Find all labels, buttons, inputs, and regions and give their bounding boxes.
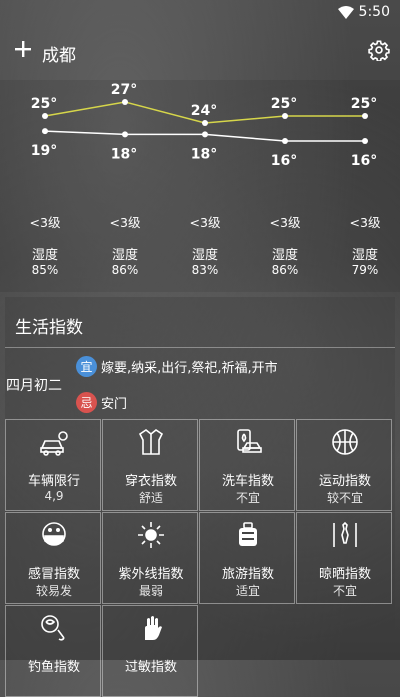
yi-badge: 宜 [76,355,97,377]
drying-clothes-icon [333,521,357,547]
humidity-value: 86% [271,263,299,277]
temp-point [122,99,128,105]
temp-point [42,128,48,135]
wind-level: <3级 [109,215,141,230]
life-index-value: 较不宜 [326,491,363,505]
life-index-value: 最弱 [138,584,163,598]
high-temp-label: 25° [31,96,57,112]
wind-level: <3级 [189,215,221,230]
life-index-name: 过敏指数 [124,660,177,675]
humidity-label: 湿度 [191,248,218,263]
app-header: 成都 [0,26,400,78]
life-index-item[interactable]: 钓鱼指数 [5,605,101,697]
add-city-icon[interactable] [12,38,34,60]
jacket-icon [138,429,164,455]
temp-point [122,131,128,138]
high-temp-label: 25° [351,96,377,112]
mask-face-icon [42,522,66,546]
wind-level: <3级 [349,215,381,230]
humidity-label: 湿度 [351,248,378,263]
life-index-name: 旅游指数 [221,567,274,582]
fishing-icon [41,615,65,641]
high-temp-label: 24° [191,103,217,119]
high-temp-label: 27° [111,82,137,98]
life-index-name: 钓鱼指数 [27,660,80,675]
temp-point [42,113,48,119]
life-index-name: 感冒指数 [27,567,80,582]
life-index-value: 不宜 [332,584,357,598]
low-temp-label: 18° [111,146,137,162]
ji-text: 安门 [101,396,128,412]
humidity-value: 85% [31,263,59,277]
life-index-item[interactable]: 感冒指数 较易发 [5,512,101,604]
low-temp-label: 18° [191,146,217,162]
life-index-item[interactable]: 晾晒指数 不宜 [296,512,392,604]
life-index-item[interactable]: 旅游指数 适宜 [199,512,295,604]
low-temp-label: 16° [271,153,297,169]
life-index-item[interactable]: 车辆限行 4,9 [5,419,101,511]
temp-point [362,138,368,144]
temperature-chart: 25° 27° 24° 25° 25° 19° 18° 18° 16° 16° [31,82,377,169]
city-name[interactable]: 成都 [42,41,76,66]
status-bar: 5:50 [0,0,400,26]
temp-point [282,113,288,119]
temp-point [202,120,208,126]
humidity-label: 湿度 [31,248,58,263]
temp-point [202,131,208,138]
lunar-date: 四月初二 [6,378,62,394]
life-index-item[interactable]: 洗车指数 不宜 [199,419,295,511]
humidity-value: 86% [111,263,139,277]
high-temp-label: 25° [271,96,297,112]
yi-text: 嫁要,纳采,出行,祭祀,祈福,开市 [101,360,278,376]
life-index-item[interactable]: 过敏指数 [102,605,198,697]
divider [5,347,395,348]
car-wash-icon [237,429,262,453]
humidity-label: 湿度 [111,248,138,263]
temp-point [362,113,368,119]
gear-icon[interactable] [368,39,390,61]
wind-level: <3级 [29,215,61,230]
humidity-value: 83% [191,263,219,277]
life-index-title: 生活指数 [15,318,83,338]
sun-icon [138,522,164,548]
low-temp-label: 16° [351,153,377,169]
ji-row: 忌 安门 [76,391,127,413]
low-temp-label: 19° [31,143,57,159]
life-index-name: 穿衣指数 [124,474,177,489]
status-time: 5:50 [358,4,390,20]
suitcase-icon [239,522,257,546]
life-index-value: 较易发 [35,584,72,598]
wind-level: <3级 [269,215,301,230]
temp-point [282,138,288,144]
life-index-item[interactable]: 运动指数 较不宜 [296,419,392,511]
yi-row: 宜 嫁要,纳采,出行,祭祀,祈福,开市 [76,355,278,377]
humidity-label: 湿度 [271,248,298,263]
life-index-name: 晾晒指数 [318,567,371,582]
humidity-value: 79% [351,263,379,277]
life-index-value: 4,9 [44,489,64,503]
wifi-icon [338,6,354,19]
car-icon [40,431,68,456]
life-index-name: 紫外线指数 [118,567,184,582]
life-index-name: 车辆限行 [27,474,80,489]
life-index-value: 适宜 [235,584,260,598]
forecast-panel: 25° 27° 24° 25° 25° 19° 18° 18° 16° 16° <3级 湿度 85% <… [0,80,400,292]
hand-icon [145,616,162,640]
ji-badge: 忌 [76,391,97,413]
life-index-item[interactable]: 穿衣指数 舒适 [102,419,198,511]
life-index-value: 舒适 [138,491,163,505]
life-index-item[interactable]: 紫外线指数 最弱 [102,512,198,604]
basketball-icon [332,429,358,455]
life-index-value: 不宜 [235,491,260,505]
life-index-name: 运动指数 [318,474,371,489]
life-index-name: 洗车指数 [221,474,274,489]
